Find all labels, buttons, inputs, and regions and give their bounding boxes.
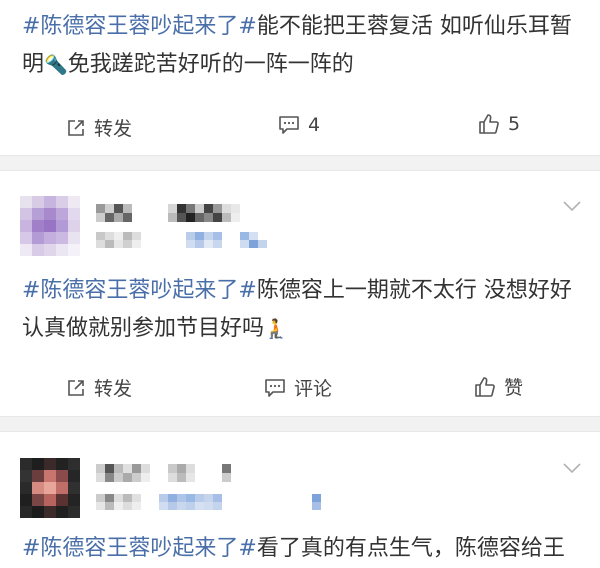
repost-label: 转发 xyxy=(94,118,133,140)
post-3-meta xyxy=(96,494,330,510)
post-2-more-button[interactable] xyxy=(562,198,582,217)
post-3-text-line1: 看了真的有点生气，陈德容给王 xyxy=(256,536,565,561)
repost-label: 转发 xyxy=(94,378,133,400)
post-2-comment-button[interactable]: 评论 xyxy=(264,374,332,401)
thumbs-up-icon xyxy=(474,376,496,398)
post-1-hashtag[interactable]: #陈德容王蓉吵起来了# xyxy=(22,14,257,39)
like-count: 5 xyxy=(508,113,521,135)
post-2-text: #陈德容王蓉吵起来了#陈德容上一期就不太行 没想好好 认真做就别参加节目好吗🧎 xyxy=(22,272,588,348)
post-3-username[interactable] xyxy=(96,464,240,482)
post-2-repost-button[interactable]: 转发 xyxy=(66,374,132,401)
post-1-text-line1: 能不能把王蓉复活 如听仙乐耳暂 xyxy=(256,14,572,39)
post-1-comment-button[interactable]: 4 xyxy=(278,114,320,136)
post-3-text: #陈德容王蓉吵起来了#看了真的有点生气，陈德容给王 xyxy=(22,530,588,568)
repost-icon xyxy=(66,378,86,398)
repost-icon xyxy=(66,118,86,138)
feed-divider xyxy=(0,155,600,171)
post-2-meta xyxy=(96,232,294,248)
post-3-hashtag[interactable]: #陈德容王蓉吵起来了# xyxy=(22,536,257,561)
post-1-text-line2a: 明 xyxy=(22,52,45,77)
kneeling-person-emoji: 🧎 xyxy=(264,318,288,340)
post-2-text-line2: 认真做就别参加节目好吗 xyxy=(22,316,265,341)
thumbs-up-icon xyxy=(478,113,500,135)
flashlight-emoji: 🔦 xyxy=(44,54,68,76)
comment-count: 4 xyxy=(308,114,321,136)
post-1-like-button[interactable]: 5 xyxy=(478,113,520,135)
chevron-down-icon xyxy=(562,460,582,479)
post-1-text: #陈德容王蓉吵起来了#能不能把王蓉复活 如听仙乐耳暂 明🔦免我蹉跎苦好听的一阵一… xyxy=(22,8,588,84)
comment-icon xyxy=(264,378,286,398)
comment-icon xyxy=(278,115,300,135)
like-label: 赞 xyxy=(504,377,524,399)
post-1-repost-button[interactable]: 转发 xyxy=(66,114,132,141)
post-2-hashtag[interactable]: #陈德容王蓉吵起来了# xyxy=(22,278,257,303)
post-1-text-line2b: 免我蹉跎苦好听的一阵一阵的 xyxy=(67,52,354,77)
post-2-avatar[interactable] xyxy=(20,196,80,256)
post-2-text-line1: 陈德容上一期就不太行 没想好好 xyxy=(256,278,572,303)
post-2-username[interactable] xyxy=(96,204,240,222)
post-3-avatar[interactable] xyxy=(20,458,80,518)
chevron-down-icon xyxy=(562,198,582,217)
post-2-like-button[interactable]: 赞 xyxy=(474,373,523,400)
post-3-more-button[interactable] xyxy=(562,460,582,479)
comment-label: 评论 xyxy=(294,378,333,400)
feed-divider xyxy=(0,416,600,432)
